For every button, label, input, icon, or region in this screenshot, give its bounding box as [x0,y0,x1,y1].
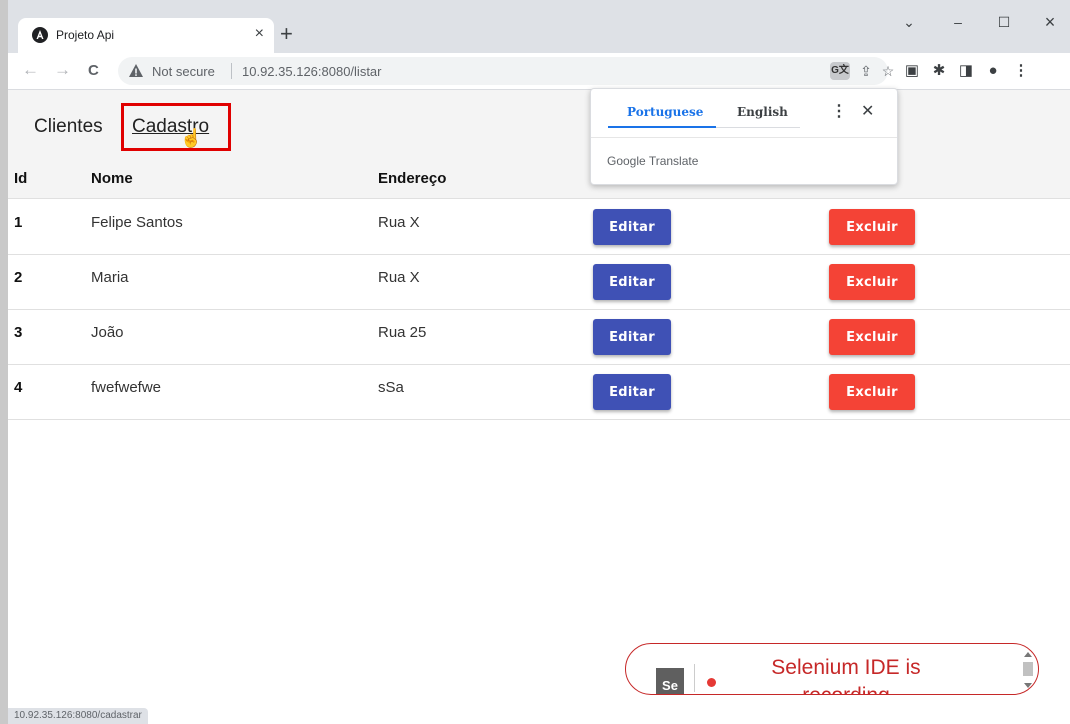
table-row: 3 João Rua 25 Editar Excluir [8,310,1070,365]
minimize-icon[interactable]: – [946,12,970,32]
bookmark-star-icon[interactable]: ☆ [878,62,898,80]
translate-option-english[interactable]: English [737,105,788,119]
delete-button[interactable]: Excluir [829,209,915,245]
translate-more-icon[interactable]: ⋮ [831,101,847,121]
cell-nome: João [91,324,124,341]
cell-nome: Felipe Santos [91,214,183,231]
address-bar[interactable]: Not secure 10.92.35.126:8080/listar G文 ⇪… [118,57,894,85]
cell-nome: fwefwefwe [91,379,162,396]
warning-icon [129,64,143,77]
translate-footer-divider [591,137,897,138]
google-translate-label: Google Translate [607,154,699,168]
back-icon[interactable]: ← [22,60,39,80]
tab-search-icon[interactable]: ⌄ [897,12,921,32]
cell-id: 2 [14,269,23,286]
edit-button[interactable]: Editar [593,264,671,300]
profile-avatar-icon[interactable]: ● [983,61,1003,81]
table-row: 1 Felipe Santos Rua X Editar Excluir [8,200,1070,255]
new-tab-icon[interactable]: + [280,22,293,46]
selenium-recording-banner: Se Selenium IDE is recording [625,643,1039,695]
edit-button[interactable]: Editar [593,319,671,355]
column-header-endereco: Endereço [378,170,447,187]
cell-id: 1 [14,214,23,231]
cell-id: 3 [14,324,23,341]
url-separator [231,63,232,79]
cell-endereco: Rua 25 [378,324,427,341]
translate-close-icon[interactable]: ✕ [861,101,874,121]
tab-projeto-api[interactable]: Projeto Api × [18,18,274,53]
delete-button[interactable]: Excluir [829,374,915,410]
cell-endereco: sSa [378,379,404,396]
selenium-logo-icon: Se [656,668,684,694]
security-label[interactable]: Not secure [152,64,215,79]
tab-title: Projeto Api [56,28,115,42]
url-text[interactable]: 10.92.35.126:8080/listar [242,64,382,79]
table-row: 2 Maria Rua X Editar Excluir [8,255,1070,310]
maximize-icon[interactable]: ☐ [992,12,1016,32]
selenium-status-line2: recording [746,682,946,694]
status-bar-url: 10.92.35.126:8080/cadastrar [8,708,148,724]
cell-nome: Maria [91,269,129,286]
cell-endereco: Rua X [378,269,420,286]
column-header-id: Id [14,170,28,187]
forward-icon[interactable]: → [54,60,71,80]
edit-button[interactable]: Editar [593,374,671,410]
browser-toolbar: ← → C Not secure 10.92.35.126:8080/lista… [8,53,1070,90]
selenium-divider [694,664,695,692]
tab-close-icon[interactable]: × [255,24,264,44]
tab-strip: Projeto Api × + ⌄ – ☐ × [8,0,1070,53]
nav-link-clientes[interactable]: Clientes [34,116,103,138]
column-header-nome: Nome [91,170,133,187]
table-row: 4 fwefwefwe sSa Editar Excluir [8,365,1070,420]
page-content: Clientes Cadastro ☝ Id Nome Endereço 1 F… [8,90,1070,724]
menu-kebab-icon[interactable]: ⋮ [1011,61,1031,81]
translate-active-underline [608,126,716,128]
translate-option-portuguese[interactable]: Portuguese [627,105,703,119]
extensions-puzzle-icon[interactable]: ✱ [929,61,949,81]
side-panel-icon[interactable]: ◨ [956,61,976,81]
close-window-icon[interactable]: × [1038,12,1062,32]
reload-icon[interactable]: C [88,61,99,81]
browser-window: Projeto Api × + ⌄ – ☐ × ← → C Not secure… [8,0,1070,724]
recording-dot-icon [707,678,716,687]
translate-popup: Portuguese English ⋮ ✕ Google Translate [590,88,898,185]
selenium-status-line1: Selenium IDE is [771,656,921,679]
delete-button[interactable]: Excluir [829,319,915,355]
app-nav-bar: Clientes Cadastro ☝ [8,90,1070,157]
cell-id: 4 [14,379,23,396]
selenium-highlight-box [121,103,231,151]
translate-icon[interactable]: G文 [830,62,850,80]
selenium-extension-icon[interactable]: ▣ [902,61,922,81]
hand-cursor-icon: ☝ [180,128,203,148]
cell-endereco: Rua X [378,214,420,231]
banner-scrollbar[interactable] [1020,650,1036,690]
selenium-status-text: Selenium IDE is recording [746,654,946,694]
delete-button[interactable]: Excluir [829,264,915,300]
edit-button[interactable]: Editar [593,209,671,245]
table-header-row: Id Nome Endereço [8,157,1070,199]
angular-icon [32,27,48,43]
share-icon[interactable]: ⇪ [856,62,876,80]
